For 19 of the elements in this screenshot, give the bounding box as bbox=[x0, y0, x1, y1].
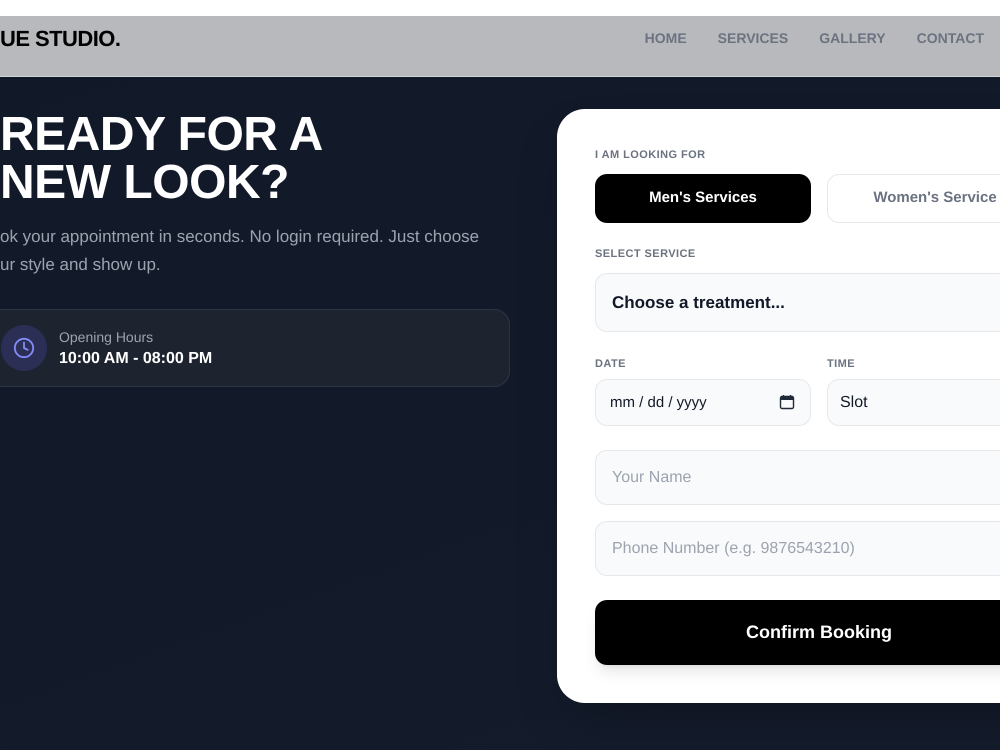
date-field[interactable]: mm / dd / yyyy bbox=[595, 379, 811, 426]
confirm-booking-button[interactable]: Confirm Booking bbox=[595, 600, 1000, 665]
date-label: DATE bbox=[595, 357, 627, 372]
time-label: TIME bbox=[827, 357, 856, 372]
clock-icon bbox=[13, 337, 35, 359]
hero-description: ok your appointment in seconds. No login required. Just choose ur style and show up. bbox=[0, 226, 480, 276]
calendar-icon[interactable] bbox=[779, 394, 795, 410]
hours-value: 10:00 AM - 08:00 PM bbox=[59, 348, 212, 368]
category-tab[interactable]: Men's Services bbox=[595, 174, 811, 223]
category-label: I AM LOOKING FOR bbox=[595, 148, 707, 163]
name-field[interactable]: Your Name bbox=[595, 450, 1000, 505]
hours-label: Opening Hours bbox=[59, 328, 154, 346]
category-tab[interactable]: Women's Service bbox=[827, 174, 1000, 223]
phone-field[interactable]: Phone Number (e.g. 9876543210) bbox=[595, 521, 1000, 576]
hero-heading: READY FOR A NEW LOOK? bbox=[0, 111, 322, 207]
service-select[interactable]: Choose a treatment... bbox=[595, 273, 1000, 332]
service-label: SELECT SERVICE bbox=[595, 247, 697, 262]
time-select[interactable]: Slot bbox=[827, 379, 1000, 426]
logo-text[interactable]: UE STUDIO. bbox=[0, 26, 120, 52]
